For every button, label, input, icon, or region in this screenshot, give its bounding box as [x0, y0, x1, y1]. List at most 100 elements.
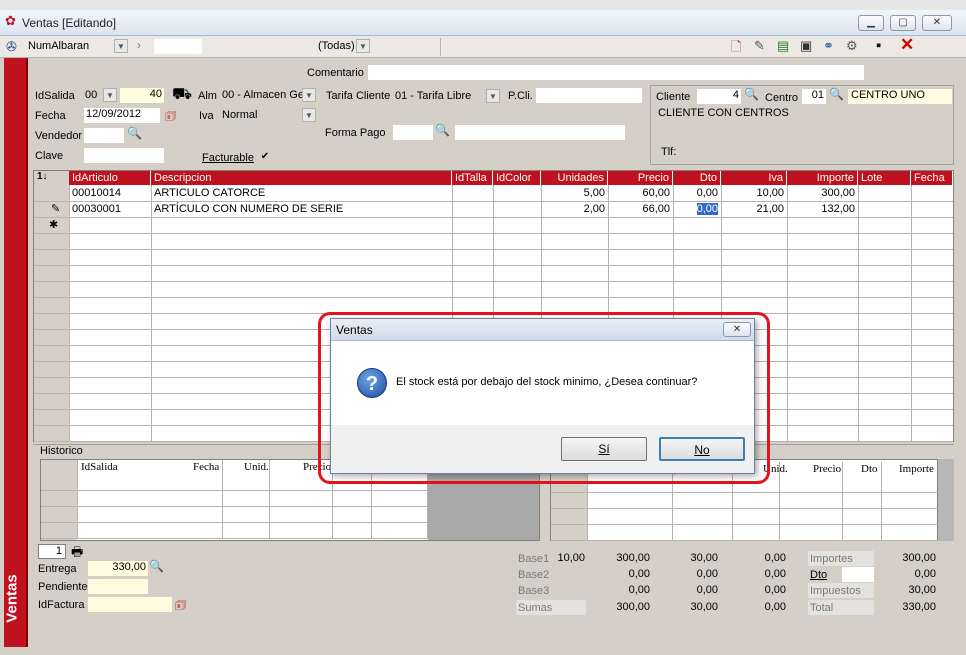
warehouse-icon[interactable]: ⛟ [172, 85, 192, 105]
centro-search-icon[interactable]: 🔍 [829, 87, 844, 101]
filter-combo-dropdown[interactable]: ▼ [356, 39, 370, 53]
idsalida-serie-dropdown[interactable]: ▼ [103, 88, 117, 102]
historico-row-line [551, 492, 938, 493]
cancel-icon[interactable]: ✕ [900, 35, 914, 55]
search-field-icon[interactable]: ✇ [6, 39, 17, 55]
search-value-input[interactable] [154, 39, 202, 54]
historico-row-line [551, 524, 938, 525]
facturable-label: Facturable [202, 152, 254, 164]
grid-col-line [858, 185, 859, 441]
cell-dto[interactable]: 0,00 [673, 201, 721, 217]
grid-header-idtalla[interactable]: IdTalla [452, 171, 493, 185]
cell-importe[interactable]: 300,00 [787, 185, 858, 201]
cell-unidades[interactable]: 5,00 [541, 185, 608, 201]
impuestos-value: 30,00 [908, 584, 936, 596]
toolbar [0, 36, 966, 58]
cell-importe[interactable]: 132,00 [787, 201, 858, 217]
grid-header-lote[interactable]: Lote [858, 171, 911, 185]
table-row[interactable]: ✎ 00030001 ARTÍCULO CON NUMERO DE SERIE 2,0… [34, 201, 953, 217]
row-marker: ✎ [51, 203, 61, 215]
alm-label: Alm [198, 90, 217, 102]
minimize-button[interactable]: ▁ [858, 15, 884, 31]
cell-dto[interactable]: 0,00 [673, 185, 721, 201]
historico-row-line [551, 540, 938, 541]
grid-header-importe[interactable]: Importe [787, 171, 858, 185]
selected-dto-value[interactable]: 0,00 [696, 203, 718, 215]
cell-precio[interactable]: 60,00 [608, 185, 673, 201]
historico-row-line [41, 506, 428, 507]
cell-unidades[interactable]: 2,00 [541, 201, 608, 217]
centro-label: Centro [765, 92, 799, 104]
importes-value: 300,00 [902, 552, 936, 564]
grid-header-fecha[interactable]: Fecha [911, 171, 953, 185]
centro-input[interactable]: 01 [802, 89, 826, 104]
window-title: Ventas [Editando] [22, 16, 117, 30]
save-icon[interactable]: ▪ [876, 37, 881, 54]
cell-descripcion[interactable]: ARTICULO CATORCE [151, 185, 452, 201]
yes-button[interactable]: Sí [561, 437, 647, 461]
calendar-icon[interactable]: 🗊 [165, 107, 176, 128]
tarifa-dropdown[interactable]: ▼ [486, 89, 500, 103]
sort-icon[interactable]: 1↓ [37, 171, 48, 182]
facturable-checkbox[interactable]: ✔ [259, 151, 271, 163]
alm-dropdown[interactable]: ▼ [302, 88, 316, 102]
comentario-input[interactable] [368, 65, 864, 80]
maximize-button[interactable]: ▢ [890, 15, 916, 31]
grid-header-row: IdArticulo Descripcion IdTalla IdColor Unida… [69, 171, 953, 185]
cell-descripcion[interactable]: ARTÍCULO CON NUMERO DE SERIE [151, 201, 452, 217]
no-button[interactable]: No [659, 437, 745, 461]
page-number[interactable]: 1 [38, 544, 66, 559]
edit-doc-icon[interactable]: ✎ [754, 38, 765, 54]
cell-idarticulo[interactable]: 00010014 [69, 185, 151, 201]
tools-icon[interactable]: ⚙ [846, 38, 858, 54]
grid-header-precio[interactable]: Precio [608, 171, 673, 185]
link-icon[interactable]: ⚭ [823, 38, 834, 54]
open-invoice-icon[interactable]: 🗊 [175, 596, 186, 617]
dto-input[interactable] [842, 567, 874, 582]
print-doc-icon[interactable]: ▤ [777, 38, 789, 54]
sumas-base: 300,00 [616, 601, 650, 613]
idfactura-input[interactable] [88, 597, 172, 612]
grid-header-unidades[interactable]: Unidades [541, 171, 608, 185]
new-doc-icon[interactable]: 🗋 [731, 38, 741, 60]
formapago-search-icon[interactable]: 🔍 [435, 123, 450, 137]
total-label: Total [810, 602, 834, 614]
historico-col-line [269, 460, 270, 538]
historico-row-line [41, 522, 428, 523]
historico-col-line [222, 460, 223, 538]
dialog-close-button[interactable]: ✕ [723, 322, 751, 337]
cell-idarticulo[interactable]: 00030001 [69, 201, 151, 217]
dialog-title-bar [331, 319, 754, 341]
vendedor-search-icon[interactable]: 🔍 [127, 126, 142, 140]
clave-input[interactable] [84, 148, 164, 163]
close-window-button[interactable]: ✕ [922, 15, 952, 31]
pcli-input[interactable] [536, 88, 642, 103]
idsalida-number[interactable]: 40 [120, 88, 164, 103]
print-icon[interactable]: 🖶 [71, 543, 83, 565]
base2-cuota: 0,00 [696, 568, 718, 580]
new-row-marker: ✱ [49, 219, 59, 231]
entrega-input[interactable]: 330,00 [88, 561, 148, 576]
formapago-input[interactable] [393, 125, 433, 140]
app-icon: ✿ [5, 13, 16, 28]
total-value: 330,00 [902, 601, 936, 613]
cliente-search-icon[interactable]: 🔍 [744, 87, 759, 101]
cell-iva[interactable]: 21,00 [721, 201, 787, 217]
iva-dropdown[interactable]: ▼ [302, 108, 316, 122]
cell-precio[interactable]: 66,00 [608, 201, 673, 217]
grid-header-idarticulo[interactable]: IdArticulo [69, 171, 151, 185]
cell-iva[interactable]: 10,00 [721, 185, 787, 201]
table-row[interactable]: 00010014 ARTICULO CATORCE 5,00 60,00 0,00 10,… [34, 185, 953, 201]
fecha-input[interactable]: 12/09/2012 [84, 108, 160, 123]
grid-header-iva[interactable]: Iva [721, 171, 787, 185]
field-combo-dropdown[interactable]: ▼ [114, 39, 128, 53]
vendedor-input[interactable] [84, 128, 124, 143]
entrega-search-icon[interactable]: 🔍 [149, 559, 164, 573]
cliente-input[interactable]: 4 [697, 89, 741, 104]
historico-right-scrollbar[interactable] [938, 459, 954, 541]
top-strip [0, 0, 966, 10]
grid-header-dto[interactable]: Dto [673, 171, 721, 185]
grid-header-descripcion[interactable]: Descripcion [151, 171, 452, 185]
preview-icon[interactable]: ▣ [800, 38, 812, 54]
grid-header-idcolor[interactable]: IdColor [493, 171, 541, 185]
